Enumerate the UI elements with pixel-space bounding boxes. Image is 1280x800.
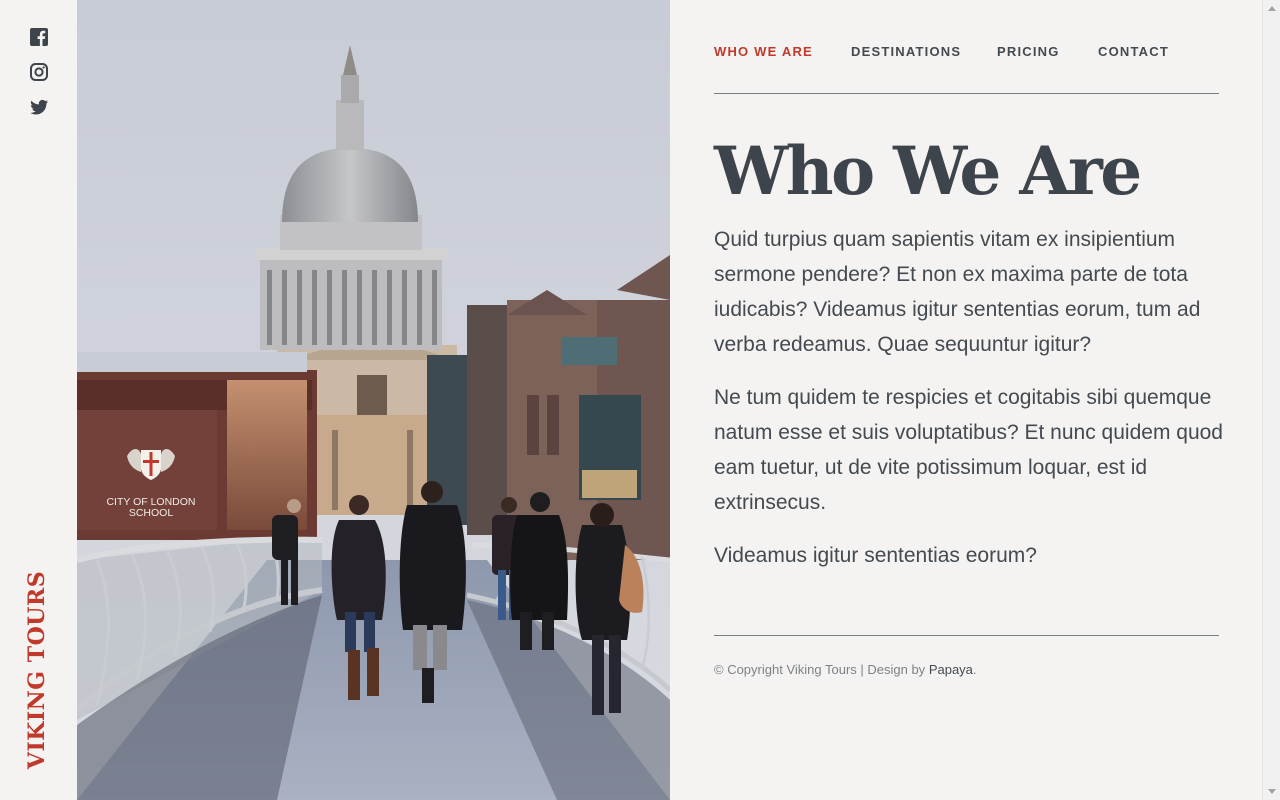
nav-divider <box>714 93 1219 94</box>
scroll-down-icon[interactable] <box>1268 789 1276 794</box>
twitter-link[interactable] <box>29 97 49 117</box>
footer: © Copyright Viking Tours | Design by Pap… <box>714 662 977 677</box>
left-rail: VIKING TOURS <box>0 0 77 800</box>
twitter-icon <box>30 99 48 115</box>
paragraph-3: Videamus igitur sententias eorum? <box>714 544 1037 567</box>
instagram-link[interactable] <box>29 62 49 82</box>
hero-image: CITY OF LONDON SCHOOL <box>77 0 670 800</box>
footer-designer-link[interactable]: Papaya <box>929 662 973 677</box>
brand-logo[interactable]: VIKING TOURS <box>22 570 52 770</box>
footer-divider <box>714 635 1219 636</box>
instagram-icon <box>30 63 48 81</box>
nav-pricing[interactable]: PRICING <box>997 44 1060 59</box>
brand-name: VIKING TOURS <box>24 570 50 770</box>
facebook-link[interactable] <box>29 27 49 47</box>
nav-who-we-are[interactable]: WHO WE ARE <box>714 44 813 59</box>
page-title: Who We Are <box>714 132 1142 210</box>
main-nav: WHO WE ARE DESTINATIONS PRICING CONTACT <box>714 44 1219 64</box>
footer-copyright: © Copyright Viking Tours | Design by <box>714 662 929 677</box>
nav-destinations[interactable]: DESTINATIONS <box>851 44 961 59</box>
footer-end: . <box>972 662 977 677</box>
paragraph-1: Quid turpius quam sapientis vitam ex ins… <box>714 228 1201 356</box>
nav-contact[interactable]: CONTACT <box>1098 44 1169 59</box>
hero-sign-line2: SCHOOL <box>129 507 174 519</box>
facebook-icon <box>30 28 48 46</box>
paragraph-2: Ne tum quidem te respicies et cogitabis … <box>714 386 1223 514</box>
scrollbar[interactable] <box>1262 0 1280 800</box>
page: VIKING TOURS CITY OF LONDON SCHOOL WHO W… <box>0 0 1280 800</box>
content-area: WHO WE ARE DESTINATIONS PRICING CONTACT … <box>714 0 1223 800</box>
scroll-up-icon[interactable] <box>1268 6 1276 11</box>
